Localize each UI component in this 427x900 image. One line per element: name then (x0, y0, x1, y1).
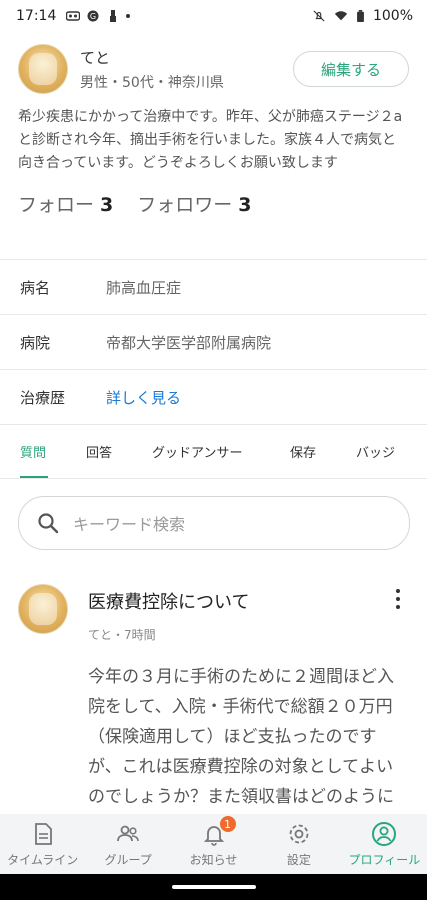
divider (0, 478, 427, 479)
notification-badge: 1 (219, 816, 236, 832)
follow-stats: フォロー 3 フォロワー 3 (18, 190, 409, 217)
nav-groups[interactable]: グループ (85, 814, 170, 874)
followers-label: フォロワー (137, 194, 233, 216)
battery-icon (357, 10, 364, 22)
nav-settings-label: 設定 (286, 852, 311, 867)
nav-notifications-label: お知らせ (189, 852, 238, 867)
hospital-value: 帝都大学医学部附属病院 (106, 333, 272, 352)
more-options-icon[interactable] (388, 586, 408, 612)
app-g-icon: G (87, 10, 99, 22)
group-icon (117, 825, 139, 841)
notification-dot-icon (126, 14, 131, 18)
disease-value: 肺高血圧症 (106, 278, 182, 297)
status-time: 17:14 (16, 8, 57, 24)
followers-link[interactable]: フォロワー 3 (137, 190, 251, 217)
svg-text:G: G (90, 12, 96, 21)
status-right-icons: 100% (312, 8, 413, 24)
treatment-history-row: 治療歴 詳しく見る (0, 370, 427, 424)
nav-groups-label: グループ (104, 852, 152, 867)
disease-row: 病名 肺高血圧症 (0, 260, 427, 314)
status-left-icons: G (66, 10, 131, 22)
tab-answers[interactable]: 回答 (86, 442, 112, 461)
treatment-history-label: 治療歴 (20, 388, 66, 407)
home-gesture-handle[interactable] (172, 885, 256, 889)
following-link[interactable]: フォロー 3 (18, 190, 113, 217)
search-placeholder: キーワード検索 (73, 515, 186, 534)
tab-badges[interactable]: バッジ (356, 442, 395, 461)
voicemail-icon (66, 11, 81, 21)
treatment-history-link[interactable]: 詳しく見る (106, 387, 181, 408)
post-meta: てと・7時間 (88, 628, 156, 642)
usb-icon (110, 10, 117, 22)
nav-notifications[interactable]: 1 お知らせ (171, 814, 256, 874)
tab-saved[interactable]: 保存 (290, 442, 316, 461)
following-count: 3 (100, 194, 114, 216)
following-label: フォロー (18, 194, 95, 216)
post-title[interactable]: 医療費控除について (88, 588, 249, 614)
post-body: 今年の３月に手術のために２週間ほど入院をして、入院・手術代で総額２０万円（保険適… (88, 667, 394, 807)
status-bar: 17:14 G 100% (0, 0, 427, 32)
disease-label: 病名 (20, 278, 51, 297)
avatar[interactable] (18, 44, 68, 94)
gesture-navigation-bar (0, 874, 427, 900)
hospital-row: 病院 帝都大学医学部附属病院 (0, 315, 427, 369)
profile-section: てと 男性・50代・神奈川県 編集する 希少疾患にかかって治療中です。昨年、父が… (18, 44, 409, 217)
wifi-icon (334, 11, 348, 21)
nav-profile-label: プロフィール (348, 852, 421, 867)
edit-profile-button[interactable]: 編集する (293, 51, 409, 87)
nav-timeline[interactable]: タイムライン (0, 814, 85, 874)
gear-icon (289, 824, 309, 843)
tab-good-answers[interactable]: グッドアンサー (152, 442, 242, 461)
followers-count: 3 (238, 194, 252, 216)
post-author-avatar[interactable] (18, 584, 68, 634)
profile-bio: 希少疾患にかかって治療中です。昨年、父が肺癌ステージ２aと診断され今年、摘出手術… (18, 109, 403, 171)
search-input[interactable]: キーワード検索 (18, 496, 410, 550)
hospital-label: 病院 (20, 333, 51, 352)
profile-meta: 男性・50代・神奈川県 (80, 74, 224, 91)
profile-text: てと 男性・50代・神奈川県 (68, 47, 224, 92)
profile-header: てと 男性・50代・神奈川県 編集する (18, 44, 409, 94)
document-icon (34, 822, 52, 845)
battery-percent: 100% (372, 8, 413, 24)
tab-questions[interactable]: 質問 (20, 442, 46, 461)
nav-settings[interactable]: 設定 (256, 814, 341, 874)
bottom-navigation: タイムライン グループ 1 お知らせ 設定 プロフィール (0, 814, 427, 874)
mute-icon (313, 10, 325, 22)
profile-icon (372, 821, 397, 846)
content-tabs: 質問 回答 グッドアンサー 保存 バッジ (0, 424, 427, 478)
profile-name: てと (80, 48, 111, 67)
nav-profile[interactable]: プロフィール (342, 814, 427, 874)
nav-timeline-label: タイムライン (7, 852, 79, 867)
search-icon (38, 513, 59, 534)
